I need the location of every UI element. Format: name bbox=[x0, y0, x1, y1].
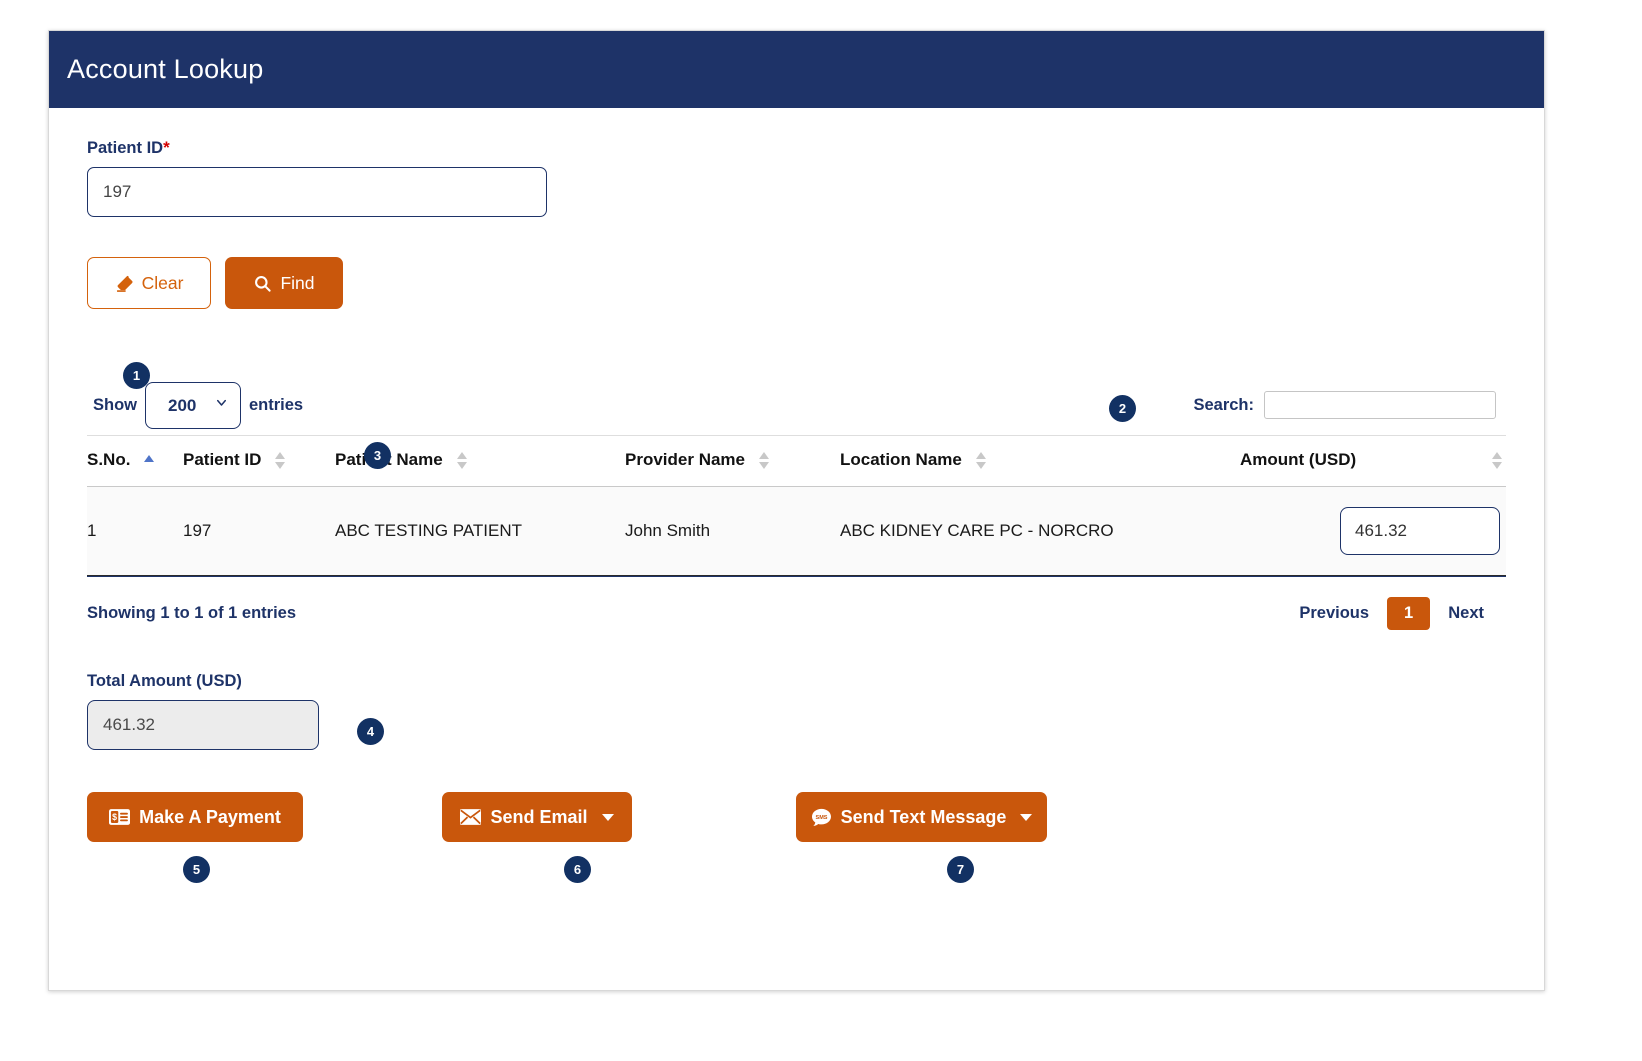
cell-amount bbox=[1240, 487, 1506, 576]
results-table-zone: 1 2 3 Show 200 entries bbox=[87, 381, 1506, 630]
search-label: Search: bbox=[1193, 396, 1254, 415]
results-table-body: 1 197 ABC TESTING PATIENT John Smith ABC… bbox=[87, 487, 1506, 576]
column-header-amount-label: Amount (USD) bbox=[1240, 450, 1356, 470]
required-asterisk: * bbox=[163, 138, 170, 157]
pagination-previous[interactable]: Previous bbox=[1285, 598, 1383, 629]
make-a-payment-label: Make A Payment bbox=[139, 807, 281, 828]
svg-text:SMS: SMS bbox=[815, 814, 827, 820]
annotation-badge-6: 6 bbox=[564, 856, 591, 883]
table-controls-row: Show 200 entries Search: bbox=[87, 381, 1506, 429]
patient-id-label-text: Patient ID bbox=[87, 139, 163, 157]
annotation-badge-5: 5 bbox=[183, 856, 210, 883]
table-header-row: S.No. Patient ID Patie bbox=[87, 436, 1506, 487]
annotation-badge-4: 4 bbox=[357, 718, 384, 745]
results-table-head: S.No. Patient ID Patie bbox=[87, 436, 1506, 487]
envelope-icon bbox=[460, 809, 481, 825]
sort-icon-sno[interactable] bbox=[144, 455, 154, 465]
column-header-provider-name-label: Provider Name bbox=[625, 450, 745, 470]
total-amount-section: Total Amount (USD) 4 bbox=[87, 672, 1506, 750]
table-search-control: Search: bbox=[1193, 391, 1496, 419]
column-header-sno-label: S.No. bbox=[87, 450, 130, 470]
total-amount-input bbox=[87, 700, 319, 750]
showing-entries-info: Showing 1 to 1 of 1 entries bbox=[87, 604, 296, 623]
sort-icon-location-name[interactable] bbox=[976, 452, 986, 469]
entries-select-wrap: 200 bbox=[145, 382, 241, 429]
account-lookup-card: Account Lookup Patient ID* Clear bbox=[48, 30, 1545, 991]
sort-icon-amount[interactable] bbox=[1492, 452, 1502, 469]
chevron-down-icon bbox=[1020, 814, 1032, 821]
send-email-label: Send Email bbox=[490, 807, 587, 828]
form-button-row: Clear Find bbox=[87, 257, 1506, 309]
svg-text:$: $ bbox=[112, 812, 117, 822]
column-header-location-name[interactable]: Location Name bbox=[840, 436, 1240, 487]
cell-sno: 1 bbox=[87, 487, 183, 576]
column-header-location-name-label: Location Name bbox=[840, 450, 962, 470]
send-email-button[interactable]: Send Email bbox=[442, 792, 632, 842]
table-footer: Showing 1 to 1 of 1 entries Previous 1 N… bbox=[87, 576, 1506, 630]
chevron-down-icon bbox=[602, 814, 614, 821]
search-input[interactable] bbox=[1264, 391, 1496, 419]
row-amount-input[interactable] bbox=[1340, 507, 1500, 555]
send-text-message-label: Send Text Message bbox=[841, 807, 1007, 828]
action-button-row: $ Make A Payment Send Email bbox=[87, 792, 1506, 842]
card-header: Account Lookup bbox=[49, 31, 1544, 108]
page-title: Account Lookup bbox=[67, 54, 263, 85]
sms-bubble-icon: SMS bbox=[811, 808, 832, 827]
entries-select[interactable]: 200 bbox=[145, 382, 241, 429]
payment-card-icon: $ bbox=[109, 809, 130, 825]
show-label: Show bbox=[87, 396, 143, 415]
clear-button-label: Clear bbox=[142, 273, 184, 294]
annotation-badge-7: 7 bbox=[947, 856, 974, 883]
pagination: Previous 1 Next bbox=[1285, 597, 1498, 630]
sort-icon-patient-id[interactable] bbox=[275, 452, 285, 469]
search-icon bbox=[253, 274, 272, 293]
cell-patient-id: 197 bbox=[183, 487, 335, 576]
card-body: Patient ID* Clear bbox=[49, 108, 1544, 842]
cell-location-name: ABC KIDNEY CARE PC - NORCRO bbox=[840, 487, 1240, 576]
pagination-next[interactable]: Next bbox=[1434, 598, 1498, 629]
column-header-amount[interactable]: Amount (USD) bbox=[1240, 436, 1506, 487]
cell-provider-name: John Smith bbox=[625, 487, 840, 576]
entries-label: entries bbox=[243, 396, 309, 415]
send-text-message-button[interactable]: SMS Send Text Message bbox=[796, 792, 1047, 842]
patient-id-label: Patient ID* bbox=[87, 138, 1506, 158]
annotation-badge-2: 2 bbox=[1109, 395, 1136, 422]
column-header-provider-name[interactable]: Provider Name bbox=[625, 436, 840, 487]
sort-icon-provider-name[interactable] bbox=[759, 452, 769, 469]
total-amount-label: Total Amount (USD) bbox=[87, 672, 1506, 691]
find-button-label: Find bbox=[280, 273, 314, 294]
annotation-badge-3: 3 bbox=[364, 442, 391, 469]
patient-id-input[interactable] bbox=[87, 167, 547, 217]
column-header-patient-id[interactable]: Patient ID bbox=[183, 436, 335, 487]
results-table: S.No. Patient ID Patie bbox=[87, 435, 1506, 576]
make-a-payment-button[interactable]: $ Make A Payment bbox=[87, 792, 303, 842]
cell-patient-name: ABC TESTING PATIENT bbox=[335, 487, 625, 576]
annotation-badge-1: 1 bbox=[123, 362, 150, 389]
column-header-patient-id-label: Patient ID bbox=[183, 450, 261, 470]
column-header-sno[interactable]: S.No. bbox=[87, 436, 183, 487]
clear-button[interactable]: Clear bbox=[87, 257, 211, 309]
sort-icon-patient-name[interactable] bbox=[457, 452, 467, 469]
table-row: 1 197 ABC TESTING PATIENT John Smith ABC… bbox=[87, 487, 1506, 576]
entries-length-control: Show 200 entries bbox=[87, 382, 309, 429]
find-button[interactable]: Find bbox=[225, 257, 343, 309]
pagination-page-1[interactable]: 1 bbox=[1387, 597, 1430, 630]
eraser-icon bbox=[115, 274, 134, 293]
